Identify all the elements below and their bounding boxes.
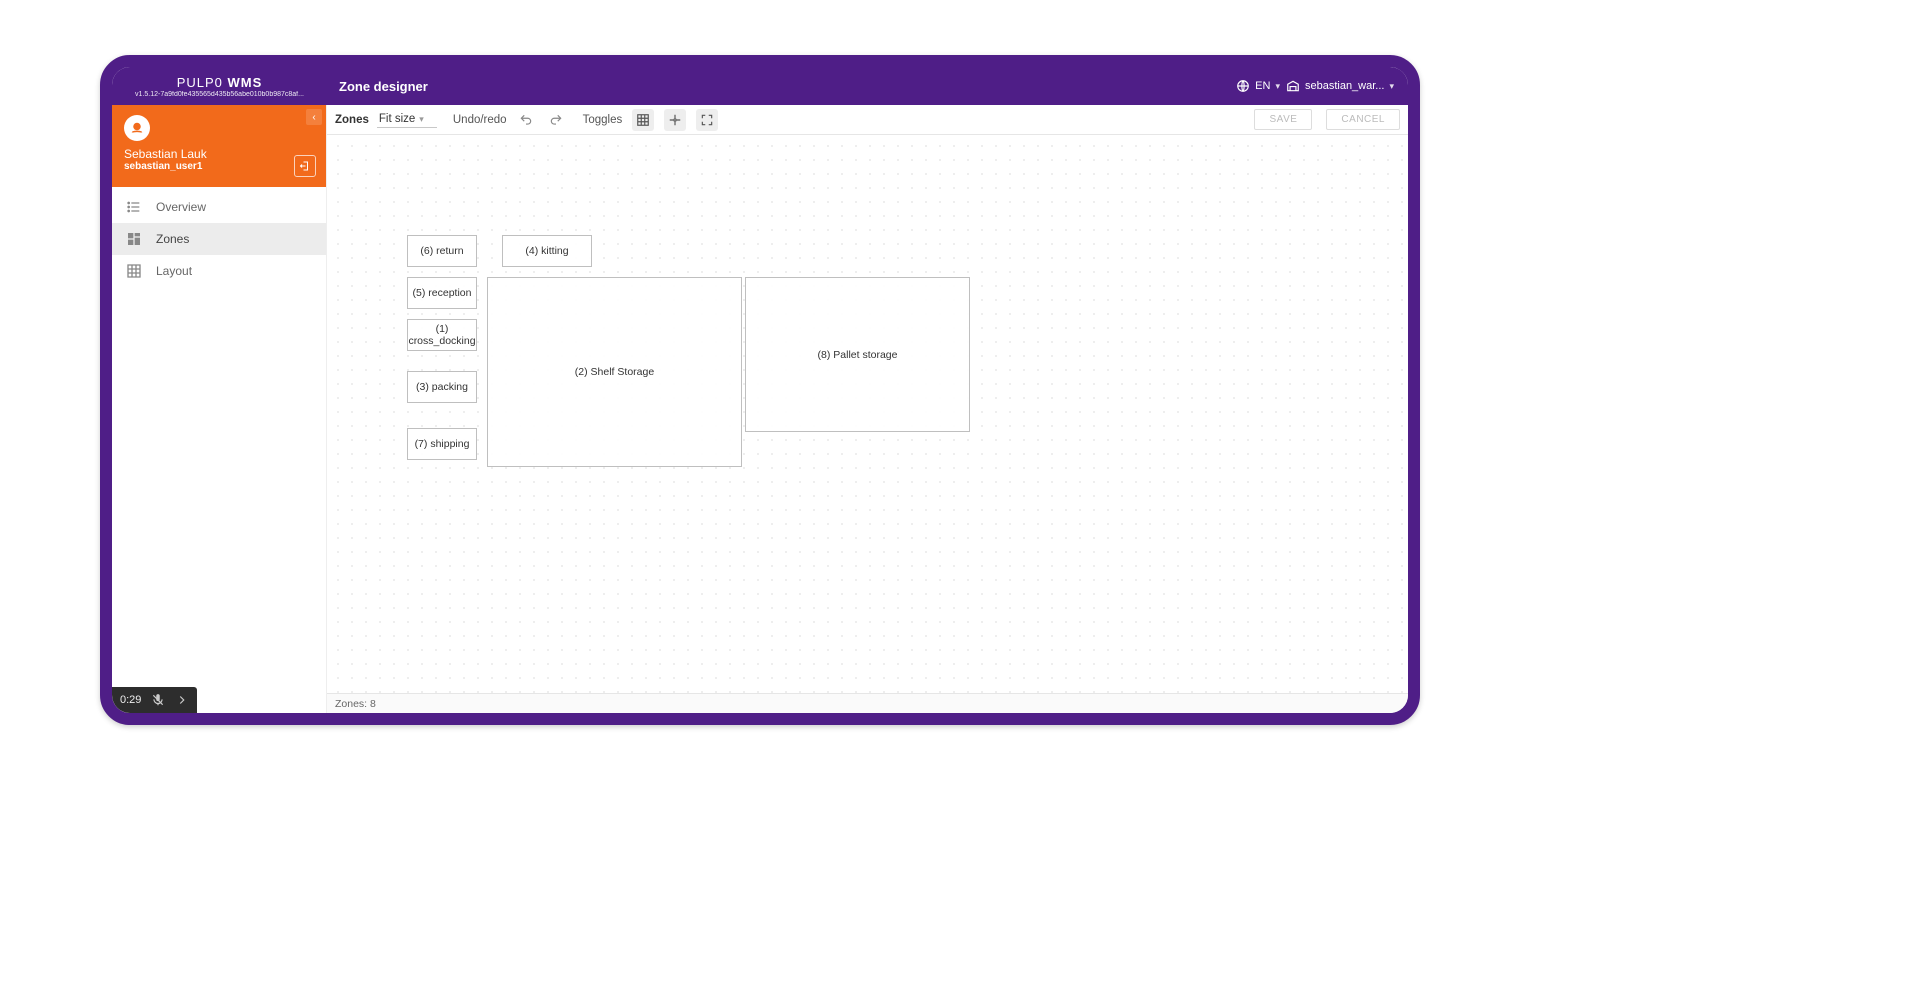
zone-box[interactable]: (3) packing — [407, 371, 477, 403]
sidebar-item-layout[interactable]: Layout — [112, 255, 326, 287]
toggle-snap-button[interactable] — [664, 109, 686, 131]
app-header: PULP0 WMS v1.5.12-7a9fd0fe435565d435b56a… — [112, 67, 1408, 105]
snap-icon — [668, 113, 682, 127]
page-title: Zone designer — [327, 79, 428, 94]
undo-button[interactable] — [515, 109, 537, 131]
video-controls-overlay: 0:29 — [112, 687, 197, 713]
logout-icon — [299, 160, 311, 172]
toggle-fullscreen-button[interactable] — [696, 109, 718, 131]
device-frame: PULP0 WMS v1.5.12-7a9fd0fe435565d435b56a… — [100, 55, 1420, 725]
user-login: sebastian_user1 — [124, 161, 314, 172]
nav: Overview Zones Layout — [112, 187, 326, 287]
globe-icon — [1236, 79, 1250, 93]
list-icon — [126, 199, 142, 215]
user-display-name: Sebastian Lauk — [124, 147, 314, 161]
toggles-label: Toggles — [583, 114, 623, 126]
status-zones-count: 8 — [370, 698, 376, 710]
brand-part1: PULP0 — [177, 75, 223, 90]
user-block: ‹ Sebastian Lauk sebastian_user1 — [112, 105, 326, 187]
warehouse-icon — [1286, 79, 1300, 93]
zone-label: (4) kitting — [525, 245, 568, 257]
zone-label: (7) shipping — [415, 438, 470, 450]
brand-version: v1.5.12-7a9fd0fe435565d435b56abe010b0b98… — [135, 91, 304, 98]
chevron-right-icon[interactable] — [175, 693, 189, 707]
chevron-down-icon: ▾ — [419, 114, 424, 125]
status-bar: Zones: 8 — [327, 693, 1408, 713]
zone-box[interactable]: (8) Pallet storage — [745, 277, 970, 432]
fullscreen-icon — [700, 113, 714, 127]
brand-title: PULP0 WMS — [177, 75, 263, 90]
zone-box[interactable]: (2) Shelf Storage — [487, 277, 742, 467]
zone-label: (3) packing — [416, 381, 468, 393]
sidebar-item-label: Zones — [156, 232, 189, 246]
sidebar-collapse-button[interactable]: ‹ — [306, 109, 322, 125]
zone-label: (1) cross_docking — [408, 323, 475, 347]
fit-size-value: Fit size — [379, 113, 415, 125]
zone-box[interactable]: (5) reception — [407, 277, 477, 309]
brand-part2: WMS — [228, 75, 263, 90]
zone-label: (2) Shelf Storage — [575, 366, 654, 378]
zone-label: (5) reception — [413, 287, 472, 299]
warehouse-label: sebastian_war... — [1305, 80, 1385, 92]
sidebar-item-label: Layout — [156, 264, 192, 278]
brand-block: PULP0 WMS v1.5.12-7a9fd0fe435565d435b56a… — [112, 67, 327, 105]
undo-redo-label: Undo/redo — [453, 114, 507, 126]
grid-icon — [126, 263, 142, 279]
video-timestamp: 0:29 — [120, 694, 141, 706]
sidebar-item-zones[interactable]: Zones — [112, 223, 326, 255]
redo-button[interactable] — [545, 109, 567, 131]
warehouse-selector[interactable]: sebastian_war... ▾ — [1286, 79, 1394, 93]
chevron-down-icon: ▾ — [1389, 81, 1394, 92]
sidebar: ‹ Sebastian Lauk sebastian_user1 — [112, 105, 327, 713]
fit-size-select[interactable]: Fit size ▾ — [377, 111, 437, 128]
zone-canvas[interactable]: (6) return (4) kitting (5) reception (1) cr… — [327, 135, 1408, 693]
avatar — [124, 115, 150, 141]
undo-icon — [519, 113, 533, 127]
sidebar-item-overview[interactable]: Overview — [112, 191, 326, 223]
toggle-grid-button[interactable] — [632, 109, 654, 131]
cancel-button[interactable]: CANCEL — [1326, 109, 1400, 130]
zone-label: (6) return — [420, 245, 463, 257]
zone-box[interactable]: (1) cross_docking — [407, 319, 477, 351]
language-label: EN — [1255, 80, 1270, 92]
octopus-icon — [128, 119, 146, 137]
redo-icon — [549, 113, 563, 127]
mic-muted-icon[interactable] — [151, 693, 165, 707]
language-selector[interactable]: EN ▾ — [1236, 79, 1280, 93]
zone-label: (8) Pallet storage — [818, 349, 898, 361]
toolbar-zones-label: Zones — [335, 114, 369, 126]
sidebar-item-label: Overview — [156, 200, 206, 214]
zone-box[interactable]: (6) return — [407, 235, 477, 267]
save-button[interactable]: SAVE — [1254, 109, 1312, 130]
status-zones-label: Zones: — [335, 698, 367, 710]
main-area: Zones Fit size ▾ Undo/redo Toggles — [327, 105, 1408, 713]
toolbar: Zones Fit size ▾ Undo/redo Toggles — [327, 105, 1408, 135]
logout-button[interactable] — [294, 155, 316, 177]
zone-box[interactable]: (7) shipping — [407, 428, 477, 460]
zone-box[interactable]: (4) kitting — [502, 235, 592, 267]
dashboard-icon — [126, 231, 142, 247]
chevron-down-icon: ▾ — [1275, 81, 1280, 92]
grid-icon — [636, 113, 650, 127]
chevron-left-icon: ‹ — [312, 112, 315, 123]
